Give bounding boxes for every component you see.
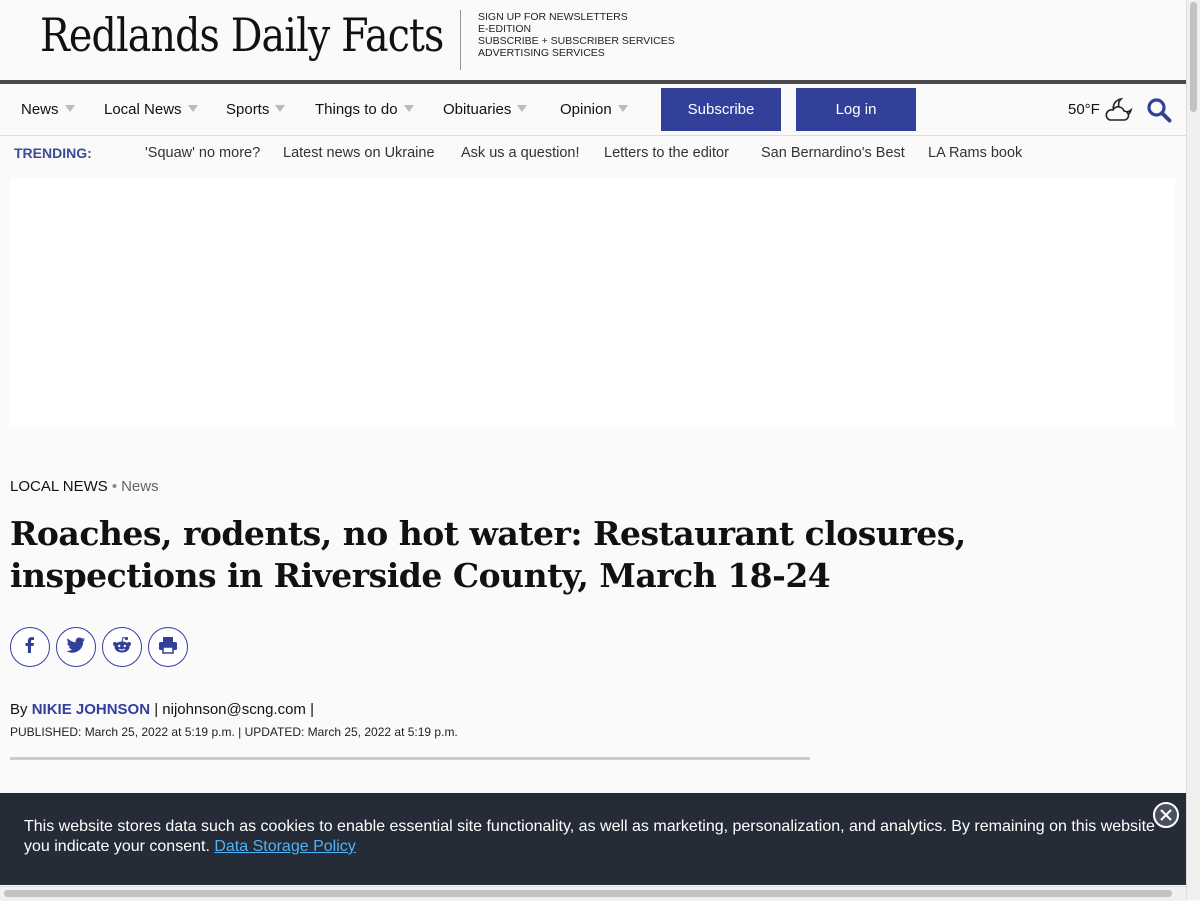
byline-prefix: By	[10, 701, 28, 718]
caret-down-icon	[64, 105, 75, 112]
nav-item-label: News	[21, 101, 59, 118]
vertical-scrollbar-thumb[interactable]	[1190, 2, 1197, 112]
breadcrumb: LOCAL NEWS • News	[10, 478, 159, 495]
caret-down-icon	[617, 105, 628, 112]
cookie-message: This website stores data such as cookies…	[24, 817, 1164, 857]
site-logo[interactable]: Redlands Daily Facts	[40, 8, 444, 62]
byline-separator: |	[310, 701, 315, 718]
nav-item-news[interactable]: News	[21, 101, 75, 118]
horizontal-scrollbar[interactable]	[0, 886, 1186, 901]
nav-item-label: Local News	[104, 101, 182, 118]
breadcrumb-section[interactable]: LOCAL NEWS	[10, 478, 108, 495]
login-button[interactable]: Log in	[796, 88, 916, 131]
trending-link[interactable]: San Bernardino's Best	[761, 145, 905, 161]
author-link[interactable]: NIKIE JOHNSON	[32, 701, 150, 718]
nav-item-label: Things to do	[315, 101, 398, 118]
close-icon[interactable]	[1153, 802, 1179, 828]
trending-bar: TRENDING: 'Squaw' no more? Latest news o…	[0, 136, 1186, 172]
header-divider	[460, 10, 461, 70]
article-headline: Roaches, rodents, no hot water: Restaura…	[10, 514, 966, 595]
nav-item-obituaries[interactable]: Obituaries	[443, 101, 528, 118]
vertical-scrollbar[interactable]	[1186, 0, 1200, 900]
main-nav: News Local News Sports Things to do Obit…	[0, 84, 1186, 136]
ad-slot	[10, 178, 1175, 427]
weather-temperature[interactable]: 50°F	[1068, 101, 1100, 118]
trending-link[interactable]: Letters to the editor	[604, 145, 729, 161]
caret-down-icon	[187, 105, 198, 112]
caret-down-icon	[517, 105, 528, 112]
share-buttons	[10, 627, 188, 667]
trending-link[interactable]: 'Squaw' no more?	[145, 145, 260, 161]
nav-item-label: Obituaries	[443, 101, 512, 118]
site-header: Redlands Daily Facts SIGN UP FOR NEWSLET…	[0, 0, 1186, 80]
nav-item-things-to-do[interactable]: Things to do	[315, 101, 414, 118]
partly-cloudy-night-icon[interactable]	[1104, 96, 1134, 129]
reddit-icon	[112, 636, 132, 659]
cookie-banner: This website stores data such as cookies…	[0, 793, 1186, 885]
article-dates: PUBLISHED: March 25, 2022 at 5:19 p.m. |…	[10, 725, 458, 739]
nav-item-opinion[interactable]: Opinion	[560, 101, 628, 118]
header-utility-links: SIGN UP FOR NEWSLETTERS E-EDITION SUBSCR…	[478, 11, 675, 59]
e-edition-link[interactable]: E-EDITION	[478, 23, 675, 35]
print-button[interactable]	[148, 627, 188, 667]
newsletter-link[interactable]: SIGN UP FOR NEWSLETTERS	[478, 11, 675, 23]
advertising-services-link[interactable]: ADVERTISING SERVICES	[478, 47, 675, 59]
search-icon[interactable]	[1146, 97, 1172, 128]
subscribe-button[interactable]: Subscribe	[661, 88, 781, 131]
byline: By NIKIE JOHNSON | nijohnson@scng.com |	[10, 701, 314, 718]
cookie-text: This website stores data such as cookies…	[24, 818, 1155, 855]
caret-down-icon	[275, 105, 286, 112]
subscriber-services-link[interactable]: SUBSCRIBE + SUBSCRIBER SERVICES	[478, 35, 675, 47]
trending-label: TRENDING:	[14, 145, 92, 161]
author-email[interactable]: nijohnson@scng.com	[162, 701, 306, 718]
nav-item-sports[interactable]: Sports	[226, 101, 286, 118]
nav-item-label: Sports	[226, 101, 270, 118]
facebook-icon	[21, 636, 39, 659]
breadcrumb-dot: •	[111, 478, 118, 495]
twitter-icon	[66, 636, 86, 659]
nav-item-local-news[interactable]: Local News	[104, 101, 198, 118]
print-icon	[158, 636, 178, 659]
caret-down-icon	[403, 105, 414, 112]
byline-separator: |	[154, 701, 159, 718]
nav-item-label: Opinion	[560, 101, 612, 118]
article-divider	[10, 757, 810, 760]
twitter-share-button[interactable]	[56, 627, 96, 667]
facebook-share-button[interactable]	[10, 627, 50, 667]
trending-link[interactable]: LA Rams book	[928, 145, 1022, 161]
trending-link[interactable]: Latest news on Ukraine	[283, 145, 435, 161]
horizontal-scrollbar-thumb[interactable]	[4, 890, 1172, 897]
trending-link[interactable]: Ask us a question!	[461, 145, 580, 161]
reddit-share-button[interactable]	[102, 627, 142, 667]
data-storage-policy-link[interactable]: Data Storage Policy	[214, 838, 355, 855]
breadcrumb-subsection[interactable]: News	[121, 478, 159, 495]
